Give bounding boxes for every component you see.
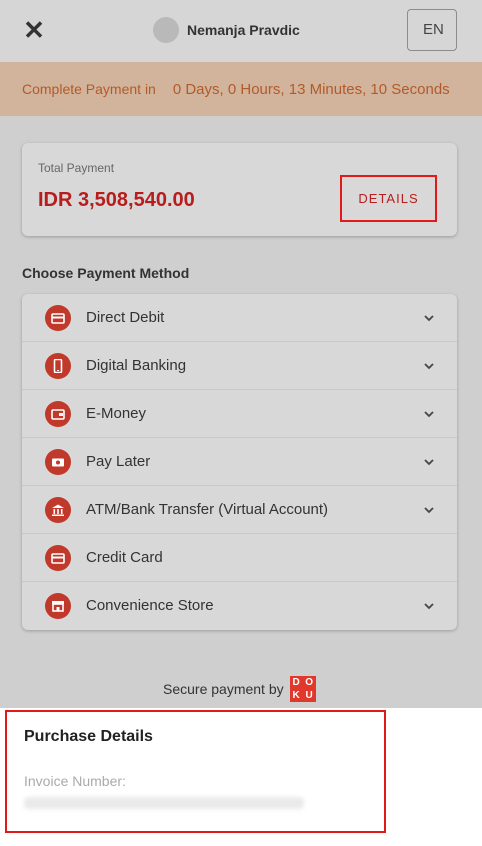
details-button[interactable]: DETAILS: [340, 175, 437, 222]
card-icon: [45, 545, 71, 571]
payment-method-label: Digital Banking: [86, 357, 187, 374]
close-icon[interactable]: ✕: [22, 16, 46, 44]
payment-method-label: Credit Card: [86, 549, 163, 566]
payment-method-list: Direct Debit Digital Banking E-Money Pay…: [22, 294, 457, 630]
total-payment-amount: IDR 3,508,540.00: [38, 189, 195, 211]
payment-method-label: Convenience Store: [86, 597, 214, 614]
phone-icon: [45, 353, 71, 379]
purchase-details-title: Purchase Details: [24, 728, 153, 745]
chevron-down-icon: [424, 459, 434, 466]
user-info: Nemanja Pravdic: [153, 17, 300, 43]
chevron-down-icon: [424, 411, 434, 418]
language-button[interactable]: EN: [407, 9, 457, 51]
payment-method-e-money[interactable]: E-Money: [22, 390, 457, 438]
payment-method-title: Choose Payment Method: [22, 265, 190, 281]
total-payment-card: Total Payment IDR 3,508,540.00 DETAILS: [22, 143, 457, 236]
payment-method-atm-bank-transfer[interactable]: ATM/Bank Transfer (Virtual Account): [22, 486, 457, 534]
chevron-down-icon: [424, 363, 434, 370]
purchase-details-panel: Purchase Details Invoice Number:: [0, 708, 482, 846]
card-icon: [45, 305, 71, 331]
chevron-down-icon: [424, 507, 434, 514]
payment-method-label: ATM/Bank Transfer (Virtual Account): [86, 501, 329, 518]
payment-method-convenience-store[interactable]: Convenience Store: [22, 582, 457, 630]
invoice-number-value-blurred: [24, 797, 304, 809]
secure-payment-footer: Secure payment by DOKU: [163, 676, 316, 702]
bank-icon: [45, 497, 71, 523]
chevron-down-icon: [424, 315, 434, 322]
payment-method-credit-card[interactable]: Credit Card: [22, 534, 457, 582]
countdown-value: 0 Days, 0 Hours, 13 Minutes, 10 Seconds: [172, 80, 450, 98]
total-payment-label: Total Payment: [38, 161, 115, 175]
chevron-down-icon: [424, 603, 434, 610]
payment-countdown: Complete Payment in 0 Days, 0 Hours, 13 …: [0, 62, 482, 116]
payment-method-digital-banking[interactable]: Digital Banking: [22, 342, 457, 390]
avatar: [153, 17, 179, 43]
invoice-number-label: Invoice Number:: [24, 773, 126, 789]
wallet-icon: [45, 401, 71, 427]
doku-logo: DOKU: [289, 676, 316, 702]
cash-icon: [45, 449, 71, 475]
user-name: Nemanja Pravdic: [187, 22, 300, 38]
payment-method-label: E-Money: [86, 405, 147, 422]
store-icon: [45, 593, 71, 619]
countdown-label: Complete Payment in: [22, 81, 156, 97]
payment-method-direct-debit[interactable]: Direct Debit: [22, 294, 457, 342]
payment-method-label: Direct Debit: [86, 309, 165, 326]
payment-method-label: Pay Later: [86, 453, 151, 470]
payment-method-pay-later[interactable]: Pay Later: [22, 438, 457, 486]
secure-payment-text: Secure payment by: [163, 681, 284, 697]
top-bar: ✕ Nemanja Pravdic EN: [0, 0, 482, 62]
